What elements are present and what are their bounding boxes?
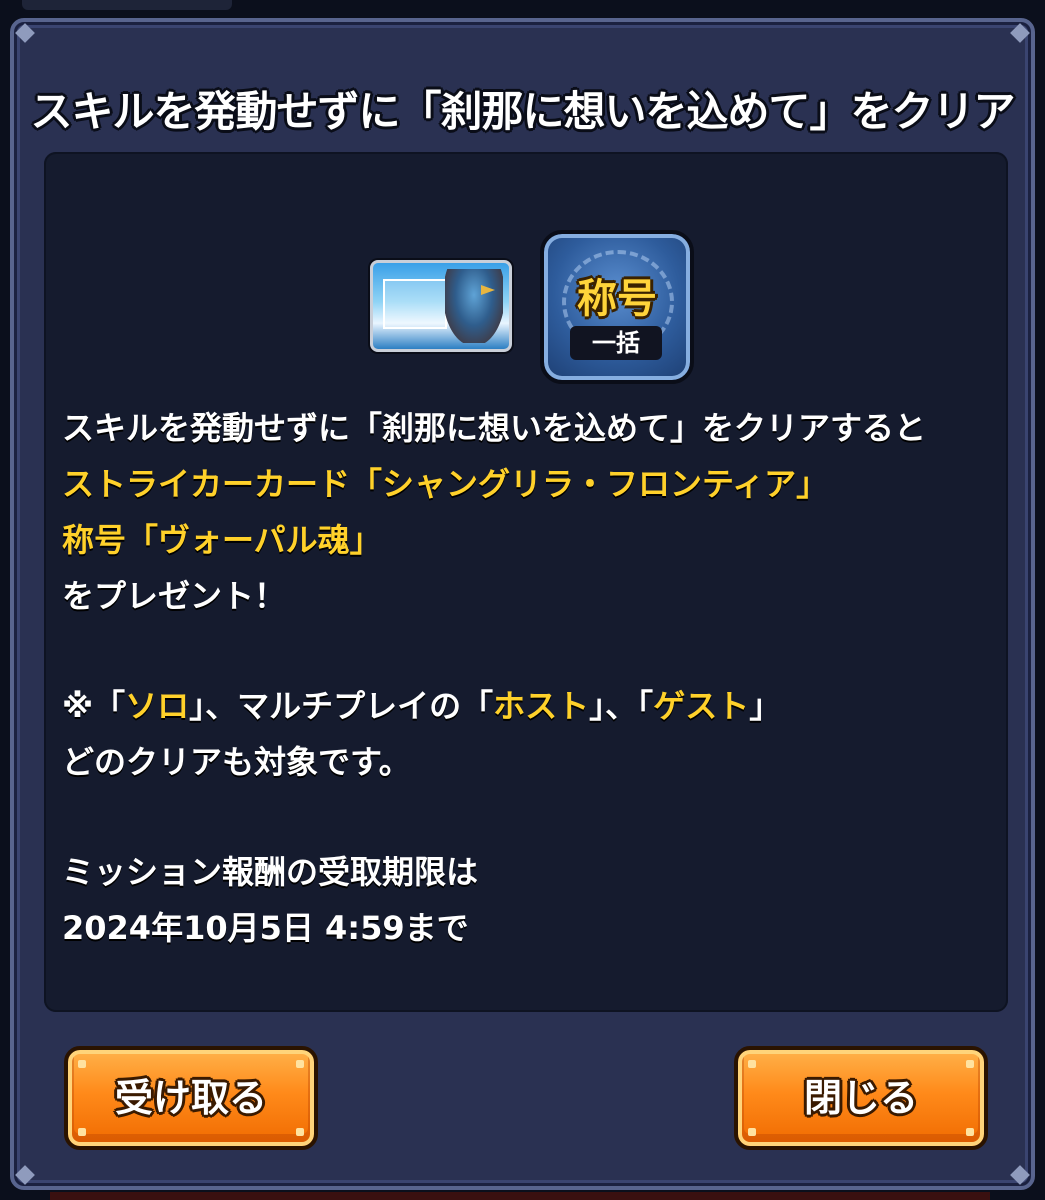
note-suffix: 」 (749, 687, 782, 725)
striker-card-icon (370, 260, 512, 352)
rivet (78, 1128, 86, 1136)
badge-label: 称号 (577, 276, 657, 322)
rivet (966, 1060, 974, 1068)
rivet (296, 1128, 304, 1136)
mission-description: スキルを発動せずに「刹那に想いを込めて」をクリアすると ストライカーカード「シャ… (62, 400, 1002, 956)
note-mid: 」、マルチプレイの「 (189, 687, 494, 725)
rivet (748, 1128, 756, 1136)
deadline-value: 2024年10月5日 4:59まで (62, 909, 469, 947)
close-button-label: 閉じる (803, 1076, 918, 1120)
background-bottom-edge (50, 1192, 990, 1200)
corner-ornament (15, 23, 35, 43)
note-mid: 」、「 (589, 687, 654, 725)
badge-sublabel: 一括 (570, 326, 662, 360)
mission-detail-panel: 称号 一括 スキルを発動せずに「刹那に想いを込めて」をクリアすると ストライカー… (44, 152, 1008, 1012)
rivet (78, 1060, 86, 1068)
note-solo: ソロ (125, 687, 190, 725)
close-button[interactable]: 閉じる (734, 1046, 988, 1150)
receive-button-label: 受け取る (114, 1076, 267, 1120)
deadline-label: ミッション報酬の受取期限は (62, 853, 479, 891)
note-prefix: ※「 (62, 687, 126, 725)
note-line: ※「ソロ」、マルチプレイの「ホスト」、「ゲスト」 (62, 678, 1002, 734)
title-reward-badge-icon: 称号 一括 (540, 230, 694, 384)
rivet (748, 1060, 756, 1068)
corner-ornament (1010, 1165, 1030, 1185)
present-text: をプレゼント！ (62, 577, 287, 615)
rivet (296, 1060, 304, 1068)
mission-dialog: スキルを発動せずに「刹那に想いを込めて」をクリア 称号 一括 スキルを発動せずに… (10, 18, 1035, 1190)
card-character-image (445, 269, 503, 343)
note-guest: ゲスト (653, 687, 750, 725)
rivet (966, 1128, 974, 1136)
receive-button[interactable]: 受け取る (64, 1046, 318, 1150)
corner-ornament (15, 1165, 35, 1185)
note-line-2: どのクリアも対象です。 (62, 743, 411, 781)
card-frame (383, 279, 447, 329)
background-top-edge (22, 0, 232, 10)
reward-title-text: 称号「ヴォーパル魂」 (62, 521, 382, 559)
dialog-title: スキルを発動せずに「刹那に想いを込めて」をクリア (30, 87, 1015, 136)
description-line: スキルを発動せずに「刹那に想いを込めて」をクリアすると (62, 409, 927, 447)
corner-ornament (1010, 23, 1030, 43)
reward-card-text: ストライカーカード「シャングリラ・フロンティア」 (62, 465, 829, 503)
note-host: ホスト (493, 687, 590, 725)
